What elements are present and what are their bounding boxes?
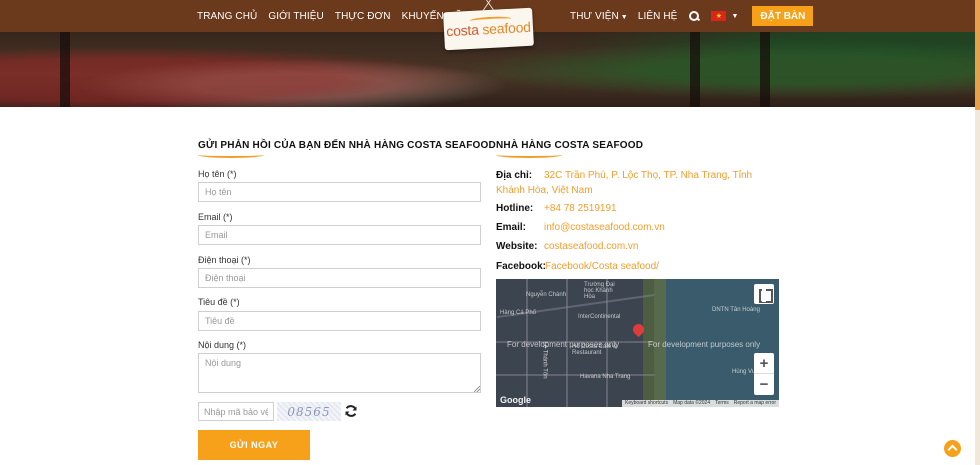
map-label: Havana Nha Trang: [580, 374, 631, 380]
map-zoom-control: + −: [754, 353, 774, 395]
resize-grip-icon[interactable]: [474, 386, 480, 392]
hero-decoration: [60, 32, 70, 107]
website-label: Website:: [496, 241, 538, 252]
fullscreen-icon[interactable]: [754, 284, 774, 304]
zoom-out-button[interactable]: −: [754, 374, 774, 395]
google-map[interactable]: Nguyễn Chánh Trường Đại học Khánh Hòa In…: [496, 279, 779, 407]
vietnam-flag-icon: ★: [711, 11, 727, 21]
language-selector[interactable]: ★ ▼: [711, 11, 738, 21]
hotline-link[interactable]: +84 78 2519191: [544, 203, 617, 214]
website-link[interactable]: costaseafood.com.vn: [544, 241, 639, 252]
google-logo: Google: [500, 395, 531, 405]
nav-item-home[interactable]: TRANG CHỦ: [197, 11, 257, 22]
address-label: Địa chỉ:: [496, 170, 533, 181]
map-terms-link[interactable]: Terms: [715, 400, 729, 407]
nav-item-contact[interactable]: LIÊN HỆ: [638, 11, 678, 22]
map-label: DNTN Tân Hoàng: [712, 307, 760, 313]
submit-button[interactable]: GỬI NGAY: [198, 430, 310, 460]
facebook-row: Facebook:Facebook/Costa seafood/: [496, 259, 781, 274]
email-input[interactable]: [198, 225, 481, 245]
map-pin-icon[interactable]: [630, 321, 647, 338]
nav-right-group: THƯ VIỆN ▼ LIÊN HỆ ★ ▼ ĐẶT BÀN: [570, 0, 814, 32]
nav-item-gallery-label: THƯ VIỆN: [570, 10, 619, 22]
heading-underline: [496, 152, 562, 158]
map-report-link[interactable]: Report a map error: [734, 400, 776, 407]
back-to-top-button[interactable]: [944, 440, 961, 457]
site-logo[interactable]: costa seafood: [443, 7, 534, 51]
captcha-input[interactable]: [198, 402, 274, 421]
scrollbar-thumb[interactable]: [975, 0, 980, 110]
form-heading: GỬI PHẢN HỒI CỦA BẠN ĐẾN NHÀ HÀNG COSTA …: [198, 140, 496, 151]
email-info-label: Email:: [496, 222, 527, 233]
logo-word-costa: costa: [445, 21, 480, 40]
zoom-in-button[interactable]: +: [754, 353, 774, 374]
captcha-image: 08565: [277, 402, 341, 421]
map-keyboard-shortcuts[interactable]: Keyboard shortcuts: [625, 400, 668, 407]
facebook-link[interactable]: Facebook/Costa seafood/: [545, 261, 659, 272]
map-data-credit: Map data ©2024: [673, 400, 711, 406]
map-label: Nguyễn Chánh: [526, 292, 567, 298]
hotline-row: Hotline: +84 78 2519191: [496, 201, 781, 216]
phone-label: Điện thoại (*): [198, 255, 251, 265]
map-label: InterContinental: [578, 314, 621, 320]
facebook-label: Facebook:: [496, 261, 547, 272]
book-table-button[interactable]: ĐẶT BÀN: [752, 6, 814, 26]
map-label: Trường Đại học Khánh Hòa: [584, 282, 615, 300]
subject-input[interactable]: [198, 311, 481, 331]
nav-left-group: TRANG CHỦ GIỚI THIỆU THỰC ĐƠN KHUYẾN MÃI: [197, 0, 465, 32]
email-row: Email: info@costaseafood.com.vn: [496, 220, 781, 235]
nav-item-gallery[interactable]: THƯ VIỆN ▼: [570, 11, 628, 22]
email-link[interactable]: info@costaseafood.com.vn: [544, 222, 665, 233]
email-label: Email (*): [198, 212, 233, 222]
hero-decoration: [690, 32, 700, 107]
message-textarea[interactable]: [198, 353, 481, 393]
search-icon[interactable]: [687, 9, 701, 23]
map-label: Hàng Cá Phố: [500, 310, 537, 316]
nav-item-menu[interactable]: THỰC ĐƠN: [335, 11, 391, 22]
map-road: [496, 374, 656, 376]
map-dev-watermark: For development purposes only: [507, 340, 620, 349]
map-footer: Keyboard shortcuts Map data ©2024 Terms …: [621, 400, 779, 407]
name-label: Họ tên (*): [198, 169, 237, 179]
subject-label: Tiêu đề (*): [198, 297, 240, 307]
hero-decoration: [760, 32, 770, 107]
address-row: Địa chỉ: 32C Trần Phú, P. Lộc Thọ, TP. Nh…: [496, 168, 781, 198]
page-scrollbar[interactable]: [975, 0, 980, 465]
chevron-down-icon: ▼: [731, 12, 739, 20]
refresh-icon[interactable]: [344, 404, 358, 418]
phone-input[interactable]: [198, 268, 481, 288]
map-dev-watermark: For development purposes only: [648, 340, 761, 349]
chevron-down-icon: ▼: [620, 13, 628, 21]
hotline-label: Hotline:: [496, 203, 534, 214]
heading-underline: [198, 152, 264, 158]
nav-item-about[interactable]: GIỚI THIỆU: [268, 11, 324, 22]
message-label: Nội dung (*): [198, 340, 247, 350]
captcha-code: 08565: [287, 404, 331, 419]
name-input[interactable]: [198, 182, 481, 202]
contact-heading: NHÀ HÀNG COSTA SEAFOOD: [496, 140, 644, 151]
website-row: Website: costaseafood.com.vn: [496, 239, 781, 254]
